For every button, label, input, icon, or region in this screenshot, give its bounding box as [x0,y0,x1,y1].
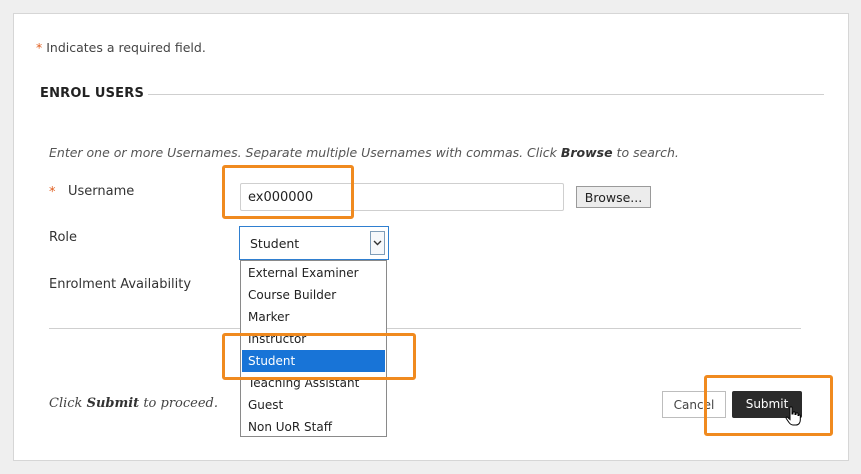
student-highlight-box [222,333,416,380]
chevron-down-icon[interactable] [370,231,385,255]
role-option-guest[interactable]: Guest [242,394,385,416]
username-required-star: * [49,185,56,200]
username-highlight-box [222,165,354,219]
role-label: Role [49,230,78,245]
role-select[interactable]: Student [239,226,389,260]
proceed-submit-word: Submit [86,396,140,411]
role-option-non-uor-staff[interactable]: Non UoR Staff [242,416,385,438]
form-divider [49,328,801,329]
required-note-text: Indicates a required field. [46,40,206,55]
section-divider [148,94,824,95]
required-star: * [36,40,43,55]
submit-highlight-box [704,375,833,436]
instructions-browse-word: Browse [560,145,613,160]
role-selected-value: Student [250,236,300,251]
required-field-note: * Indicates a required field. [36,40,206,55]
browse-button[interactable]: Browse... [576,186,651,208]
section-title: ENROL USERS [40,86,145,101]
enrolment-availability-label: Enrolment Availability [49,277,192,292]
proceed-instructions: Click Submit to proceed. [49,396,218,411]
instructions-text-end: to search. [612,145,679,160]
instructions-text: Enter one or more Usernames. Separate mu… [49,145,561,160]
role-option-external-examiner[interactable]: External Examiner [242,262,385,284]
username-label: Username [68,184,135,199]
username-instructions: Enter one or more Usernames. Separate mu… [49,145,679,160]
role-option-marker[interactable]: Marker [242,306,385,328]
proceed-text-end: to proceed. [139,396,219,411]
proceed-text: Click [49,396,87,411]
role-option-course-builder[interactable]: Course Builder [242,284,385,306]
